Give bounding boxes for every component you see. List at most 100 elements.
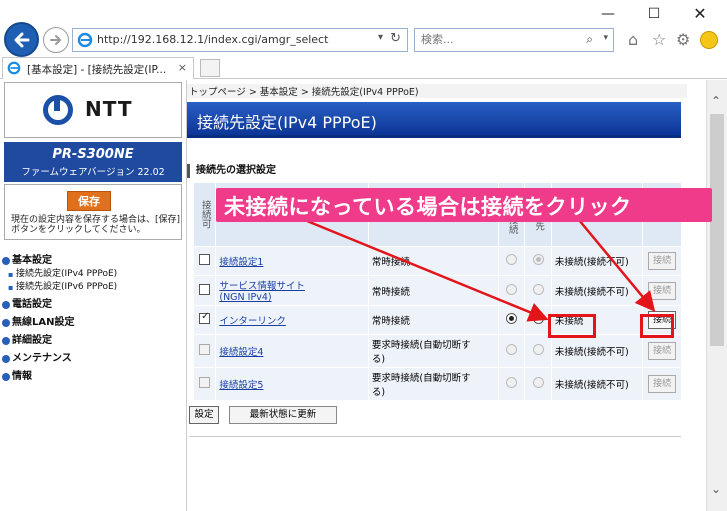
back-button[interactable]	[4, 22, 39, 57]
ipv6-priority-radio[interactable]	[532, 254, 544, 265]
priority-radio[interactable]	[506, 377, 518, 388]
table-row: サービス情報サイト (NGN IPv4) 常時接続 未接続(接続不可) 接続	[192, 275, 682, 306]
favorites-star-icon[interactable]: ☆	[652, 30, 666, 49]
save-panel: 保存 現在の設定内容を保存する場合は、[保存] ボタンをクリックしてください。	[4, 184, 182, 240]
page-header: 接続先設定(IPv4 PPPoE)	[187, 102, 681, 138]
page-title: 接続先設定(IPv4 PPPoE)	[197, 113, 377, 132]
model-name: PR-S300NE	[52, 147, 134, 162]
scroll-thumb[interactable]	[710, 114, 724, 346]
ipv6-priority-radio[interactable]	[532, 377, 544, 388]
ntt-logo-mark-icon	[43, 95, 73, 125]
save-button[interactable]: 保存	[67, 191, 111, 211]
refresh-icon[interactable]: ↻	[390, 31, 401, 46]
priority-radio[interactable]	[506, 254, 518, 265]
annotation-text: 未接続になっている場合は接続をクリック	[224, 195, 632, 219]
model-info: PR-S300NE ファームウェアバージョン 22.02	[4, 142, 182, 182]
nav-basic-settings[interactable]: 基本設定	[2, 254, 184, 268]
table-row: ✓ インターリンク 常時接続 未接続 接続	[192, 305, 682, 335]
save-note: 現在の設定内容を保存する場合は、[保存] ボタンをクリックしてください。	[11, 215, 181, 235]
connection-mode: 要求時接続(自動切断す	[371, 340, 471, 351]
connect-highlight-box	[640, 314, 674, 338]
new-tab-button[interactable]	[200, 59, 220, 77]
enable-checkbox[interactable]	[199, 377, 211, 388]
url-text[interactable]: http://192.168.12.1/index.cgi/amgr_selec…	[97, 33, 328, 46]
ipv6-priority-radio[interactable]	[532, 313, 544, 324]
connection-name-link[interactable]: 接続設定5	[219, 380, 263, 391]
scroll-down-icon[interactable]: ⌄	[711, 482, 721, 496]
connection-status: 未接続(接続不可)	[550, 246, 644, 276]
connect-button[interactable]: 接続	[648, 281, 677, 300]
vertical-scrollbar[interactable]: ⌃ ⌄	[706, 80, 727, 511]
back-arrow-icon	[14, 32, 30, 48]
main-content: トップページ > 基本設定 > 接続先設定(IPv4 PPPoE) 接続先設定(…	[186, 80, 706, 511]
priority-radio[interactable]	[506, 283, 518, 295]
connection-status: 未接続(接続不可)	[550, 334, 644, 368]
connection-mode: 常時接続	[367, 246, 499, 276]
forward-arrow-icon	[50, 35, 62, 45]
scroll-up-icon[interactable]: ⌃	[711, 94, 721, 108]
connect-button[interactable]: 接続	[648, 342, 677, 360]
search-bar[interactable]: ⌕ ▾	[414, 28, 614, 52]
home-icon[interactable]: ⌂	[628, 30, 638, 49]
connect-button[interactable]: 接続	[648, 252, 677, 270]
nav-advanced-settings[interactable]: 詳細設定	[2, 334, 184, 348]
nav-ipv4-pppoe[interactable]: 接続先設定(IPv4 PPPoE)	[2, 268, 184, 281]
connection-mode: 要求時接続(自動切断す	[371, 373, 471, 384]
table-row: 接続設定5 要求時接続(自動切断す る) 未接続(接続不可) 接続	[192, 367, 682, 401]
close-window-button[interactable]: ✕	[685, 4, 715, 24]
tab-strip: [基本設定] - [接続先設定(IP... ×	[0, 57, 727, 79]
connection-name-link[interactable]: 接続設定4	[219, 347, 263, 358]
ntt-logo-text: NTT	[85, 97, 133, 121]
maximize-button[interactable]: ☐	[639, 4, 669, 24]
connection-status: 未接続(接続不可)	[550, 367, 644, 401]
browser-toolbar: ⌂ ☆ ⚙	[624, 30, 724, 50]
connection-name-link-line2[interactable]: (NGN IPv4)	[219, 292, 271, 303]
header-enable: 接続可	[192, 182, 217, 247]
address-bar[interactable]: http://192.168.12.1/index.cgi/amgr_selec…	[72, 28, 408, 52]
connection-mode-line2: る)	[371, 387, 386, 398]
tab-title: [基本設定] - [接続先設定(IP...	[27, 64, 167, 76]
tab-current[interactable]: [基本設定] - [接続先設定(IP... ×	[2, 57, 194, 79]
minimize-button[interactable]: —	[593, 4, 623, 24]
sidebar: NTT PR-S300NE ファームウェアバージョン 22.02 保存 現在の設…	[0, 80, 186, 511]
set-button[interactable]: 設定	[189, 406, 219, 424]
connection-name-link[interactable]: サービス情報サイト	[219, 281, 305, 292]
connection-name-link[interactable]: 接続設定1	[219, 257, 263, 268]
feedback-smiley-icon[interactable]	[700, 31, 718, 49]
priority-radio[interactable]	[506, 344, 518, 355]
search-dropdown-icon[interactable]: ▾	[603, 33, 608, 43]
connection-name-link[interactable]: インターリンク	[219, 316, 286, 327]
search-input[interactable]	[421, 33, 571, 46]
table-row: 接続設定4 要求時接続(自動切断す る) 未接続(接続不可) 接続	[192, 334, 682, 368]
nav-wireless-lan[interactable]: 無線LAN設定	[2, 316, 184, 330]
status-highlight-box	[548, 314, 596, 338]
nav-maintenance[interactable]: メンテナンス	[2, 352, 184, 366]
enable-checkbox[interactable]	[199, 283, 211, 295]
connection-mode-line2: る)	[371, 354, 386, 365]
ipv6-priority-radio[interactable]	[532, 344, 544, 355]
forward-button[interactable]	[43, 27, 69, 53]
nav-ipv6-pppoe[interactable]: 接続先設定(IPv6 PPPoE)	[2, 281, 184, 294]
priority-radio[interactable]	[506, 313, 518, 324]
window-controls: — ☐ ✕	[577, 0, 727, 28]
annotation-banner: 未接続になっている場合は接続をクリック	[216, 188, 712, 222]
enable-checkbox[interactable]	[199, 254, 211, 265]
refresh-status-button[interactable]: 最新状態に更新	[229, 406, 337, 424]
enable-checkbox[interactable]	[199, 344, 211, 355]
nav-info[interactable]: 情報	[2, 370, 184, 384]
search-icon[interactable]: ⌕	[586, 32, 593, 47]
breadcrumb: トップページ > 基本設定 > 接続先設定(IPv4 PPPoE)	[187, 84, 687, 98]
connection-mode: 常時接続	[367, 305, 499, 335]
section-title: 接続先の選択設定	[187, 164, 276, 178]
firmware-version: ファームウェアバージョン 22.02	[21, 167, 165, 178]
nav-phone-settings[interactable]: 電話設定	[2, 298, 184, 312]
tab-close-icon[interactable]: ×	[178, 61, 187, 74]
nav-menu: 基本設定 接続先設定(IPv4 PPPoE) 接続先設定(IPv6 PPPoE)…	[2, 250, 184, 384]
enable-checkbox[interactable]: ✓	[199, 311, 211, 324]
ie-logo-icon	[7, 61, 21, 75]
gear-icon[interactable]: ⚙	[676, 30, 690, 49]
table-row: 接続設定1 常時接続 未接続(接続不可) 接続	[192, 246, 682, 276]
address-dropdown-icon[interactable]: ▾	[378, 32, 383, 43]
connect-button[interactable]: 接続	[648, 375, 677, 393]
ipv6-priority-radio[interactable]	[532, 283, 544, 295]
